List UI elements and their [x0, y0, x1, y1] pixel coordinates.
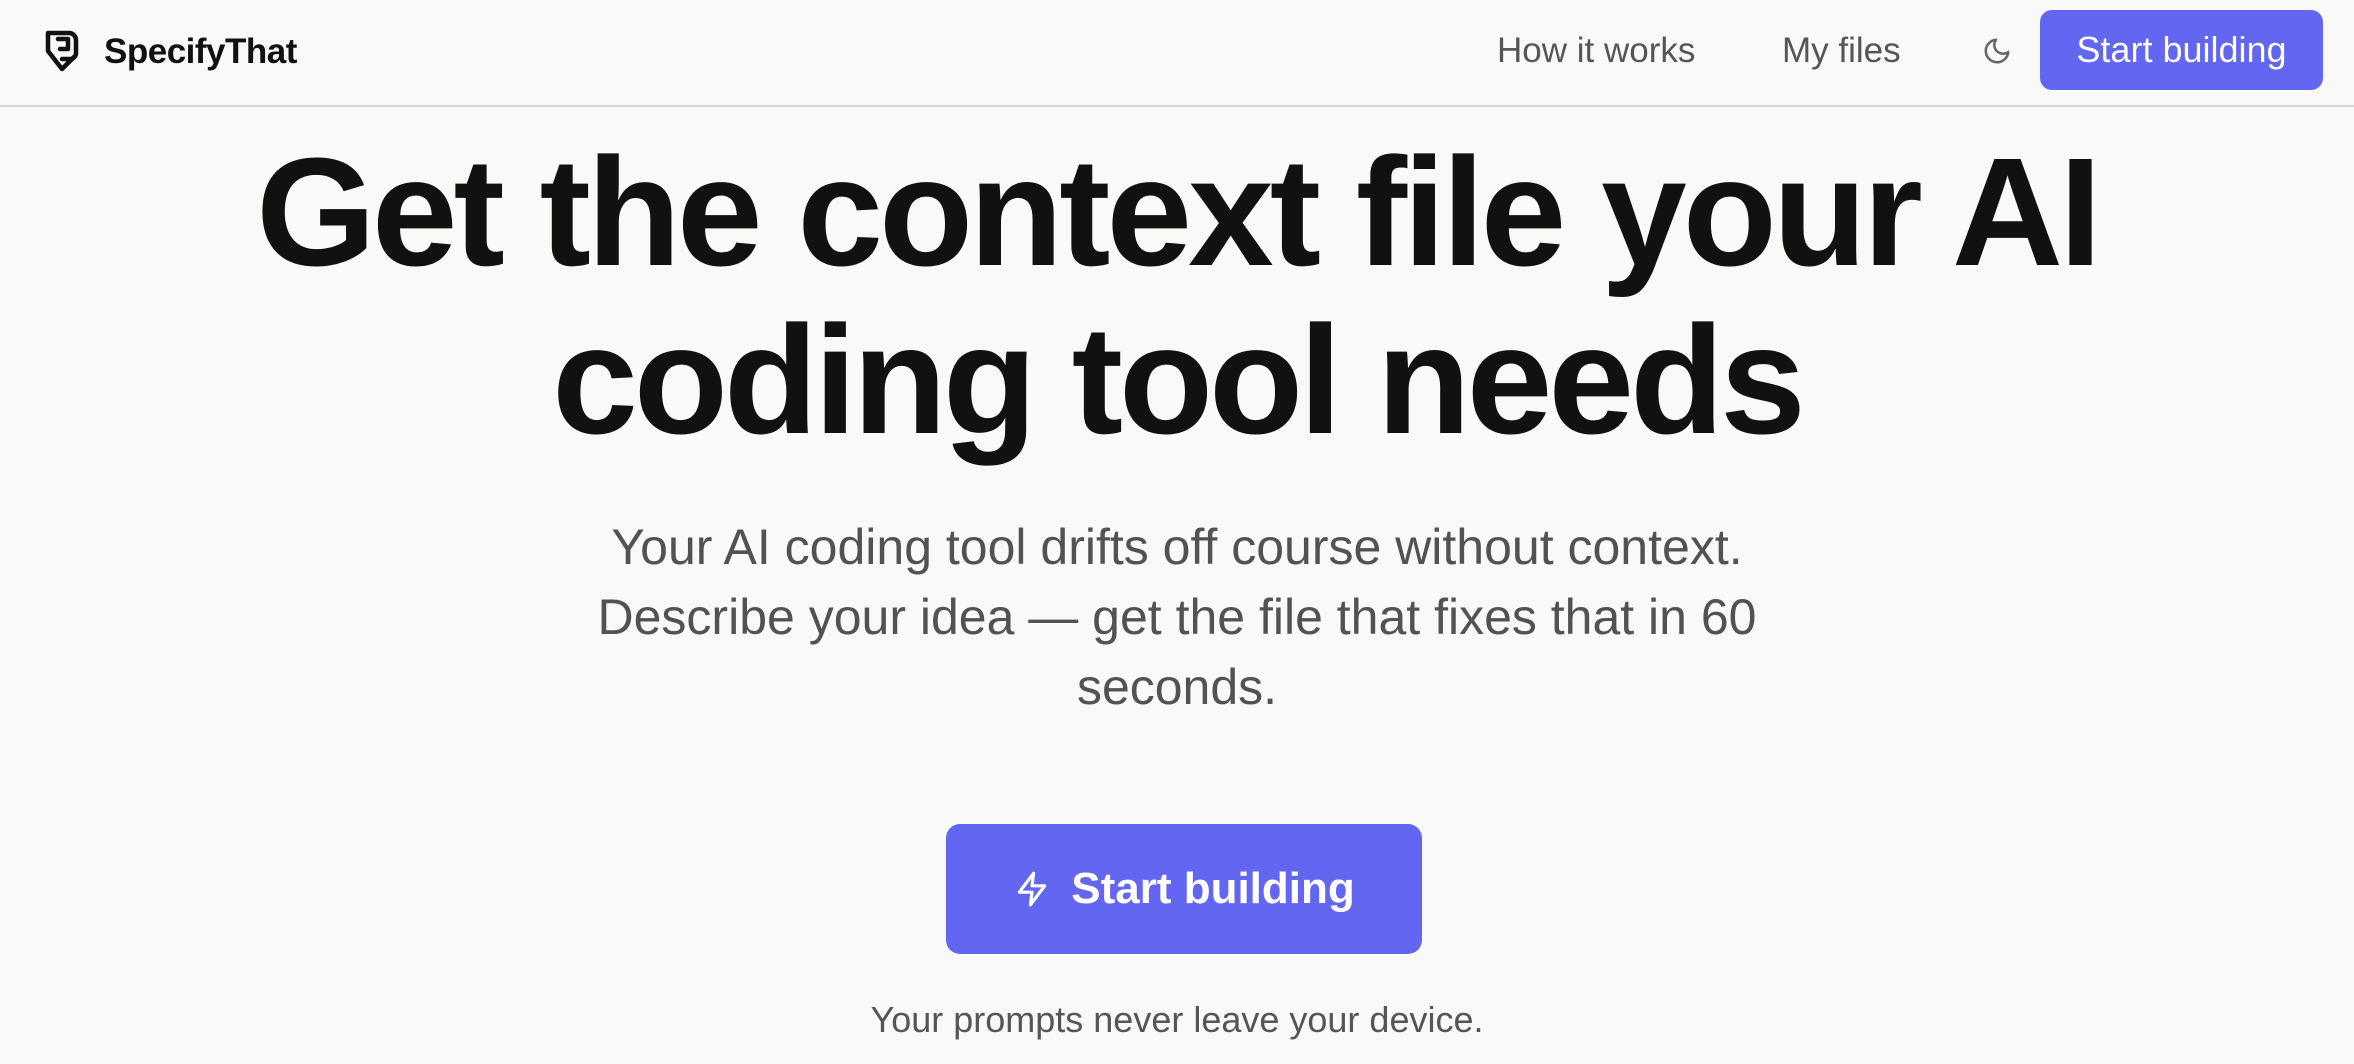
theme-toggle-button[interactable] — [1978, 30, 2016, 72]
nav-link-how-it-works[interactable]: How it works — [1497, 26, 1695, 76]
hero-title-line-1: Get the context file your AI — [256, 126, 2102, 298]
hero-subtitle-line-1: Your AI coding tool drifts off course wi… — [611, 519, 1743, 575]
hero-cta-label: Start building — [1071, 864, 1355, 913]
lightning-bolt-icon — [1017, 871, 1047, 907]
nav-start-building-button[interactable]: Start building — [2040, 10, 2323, 90]
privacy-note: Your prompts never leave your device. — [870, 999, 1484, 1040]
hero-subtitle-line-3: seconds. — [1076, 659, 1278, 715]
brand-logo-link[interactable]: SpecifyThat — [42, 26, 297, 78]
hero-subtitle: Your AI coding tool drifts off course wi… — [527, 512, 1827, 722]
brand-name: SpecifyThat — [104, 32, 297, 71]
brand-logo-icon — [45, 30, 79, 72]
hero-start-building-button[interactable]: Start building — [946, 824, 1422, 954]
nav-link-my-files[interactable]: My files — [1782, 26, 1901, 76]
hero-title-line-2: coding tool needs — [552, 294, 1806, 466]
hero-subtitle-line-2: Describe your idea — get the file that f… — [597, 589, 1757, 645]
moon-icon — [1984, 38, 2010, 64]
top-navbar: SpecifyThat How it works My files Start … — [0, 0, 2354, 107]
hero-title: Get the context file your AI coding tool… — [0, 128, 2354, 464]
